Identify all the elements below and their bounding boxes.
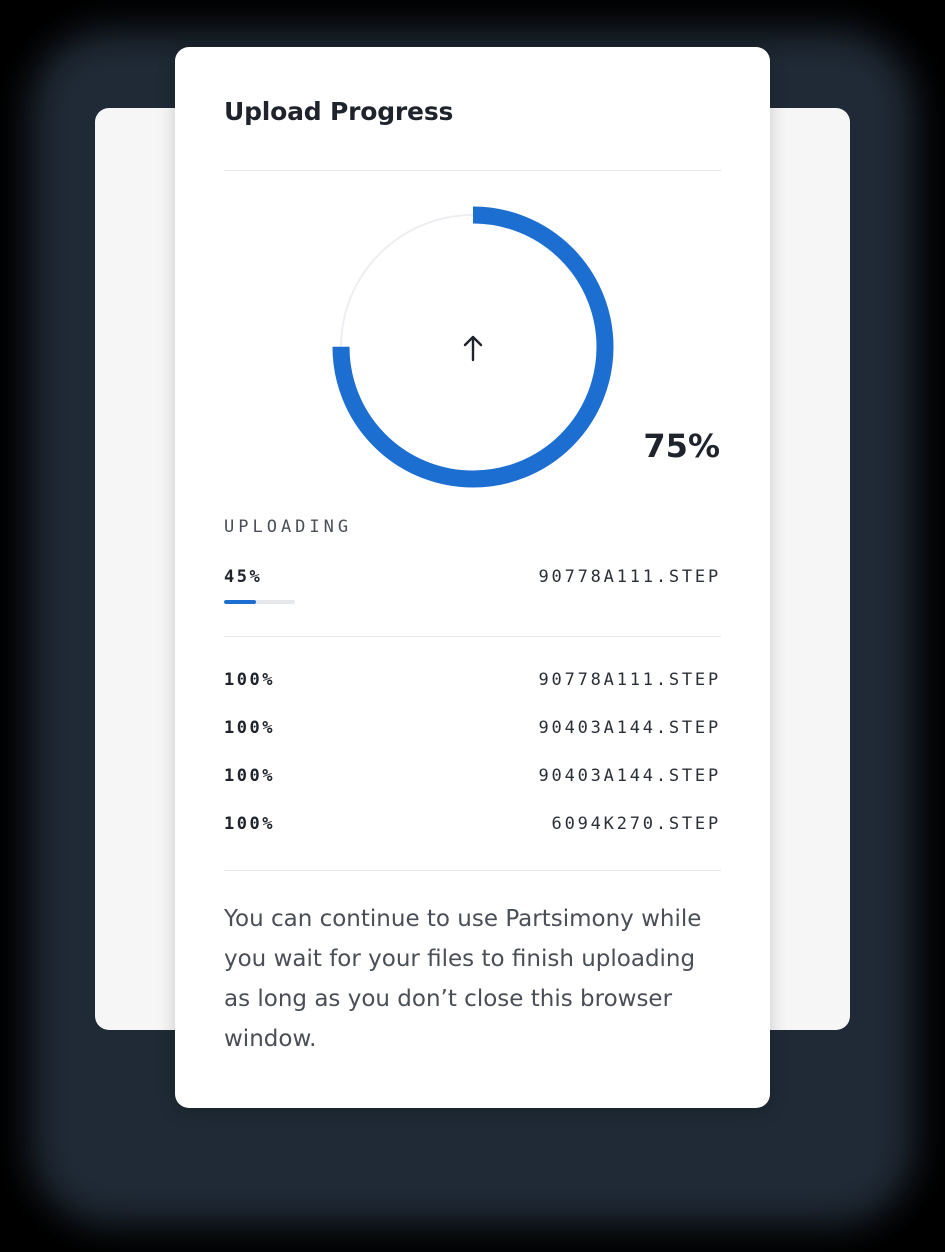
completed-filename: 6094K270.STEP [551,814,721,834]
current-percent: 45% [224,567,263,587]
completed-upload-row: 100% 6094K270.STEP [224,811,721,859]
arrow-up-icon [459,330,487,364]
list-divider [224,636,721,637]
upload-progress-panel: Upload Progress 75% UPLOADING 45% 90778A… [175,47,770,1108]
completed-percent: 100% [224,814,275,834]
current-filename: 90778A111.STEP [538,567,721,587]
completed-uploads-list: 100% 90778A111.STEP 100% 90403A144.STEP … [224,667,721,859]
completed-upload-row: 100% 90403A144.STEP [224,715,721,763]
title-divider [224,170,721,171]
completed-filename: 90403A144.STEP [538,766,721,786]
footer-divider [224,870,721,871]
current-progress-fill [224,600,256,604]
completed-upload-row: 100% 90778A111.STEP [224,667,721,715]
stage: Upload Progress 75% UPLOADING 45% 90778A… [0,0,945,1252]
completed-upload-row: 100% 90403A144.STEP [224,763,721,811]
panel-title: Upload Progress [224,97,454,126]
completed-filename: 90403A144.STEP [538,718,721,738]
completed-percent: 100% [224,766,275,786]
completed-percent: 100% [224,670,275,690]
completed-filename: 90778A111.STEP [538,670,721,690]
footer-note: You can continue to use Partsimony while… [224,906,702,1052]
completed-percent: 100% [224,718,275,738]
current-upload-row: 45% 90778A111.STEP [224,565,721,595]
overall-percent: 75% [643,427,720,465]
uploading-label: UPLOADING [224,517,353,537]
current-progress-bar [224,600,295,604]
overall-progress-ring [330,204,616,490]
